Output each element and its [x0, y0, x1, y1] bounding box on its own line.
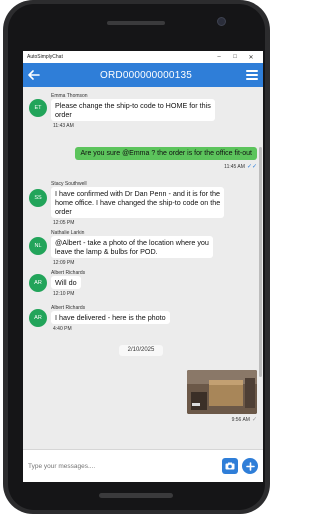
message-input[interactable] [28, 462, 222, 470]
plus-icon[interactable] [242, 458, 258, 474]
message-line: order [55, 110, 72, 119]
camera-icon[interactable] [222, 458, 238, 474]
chat-scrollbar[interactable] [259, 147, 262, 377]
message-line: leave the lamp & bulbs for POD. [55, 247, 158, 256]
app-screen: AutoSimplyChat – □ ✕ ORD000000000135 ET … [23, 51, 263, 482]
message-line: I have confirmed with Dr Dan Penn - and … [55, 189, 220, 198]
outgoing-message-bubble: Are you sure @Emma ? the order is for th… [75, 147, 257, 160]
message-time: 12:10 PM [53, 291, 75, 297]
message-time: 12:05 PM [53, 220, 75, 226]
hamburger-menu-icon[interactable] [246, 70, 258, 80]
message-composer [23, 449, 263, 482]
message-bubble: I have delivered - here is the photo [51, 311, 170, 324]
message-line: Please change the ship-to code to HOME f… [55, 101, 211, 110]
avatar: NL [29, 237, 47, 255]
phone-frame: AutoSimplyChat – □ ✕ ORD000000000135 ET … [3, 0, 270, 514]
close-button[interactable]: ✕ [243, 54, 259, 61]
read-ticks-icon: ✓✓ [246, 164, 257, 170]
arrow-left-icon[interactable] [28, 68, 46, 82]
phone-speaker [107, 21, 165, 25]
front-camera-icon [217, 17, 226, 26]
sent-tick-icon: ✓ [251, 417, 257, 423]
delivery-photo[interactable] [187, 370, 257, 414]
message-time: 12:09 PM [53, 260, 75, 266]
message-line: @Albert - take a photo of the location w… [55, 238, 209, 247]
message-line: order [55, 207, 72, 216]
message-time: 4:40 PM [53, 326, 72, 332]
message-time: 11:43 AM [53, 123, 74, 129]
date-separator: 2/10/2025 [119, 345, 163, 356]
minimize-button[interactable]: – [211, 54, 227, 60]
window-titlebar: AutoSimplyChat – □ ✕ [23, 51, 263, 63]
outgoing-message-time: 11:45 AM ✓✓ [224, 163, 257, 170]
avatar: AR [29, 274, 47, 292]
avatar: AR [29, 309, 47, 327]
maximize-button[interactable]: □ [227, 54, 243, 60]
message-time: 9:56 AM [231, 417, 250, 423]
order-title: ORD000000000135 [100, 69, 192, 81]
message-line: home office. I have changed the ship-to … [55, 198, 221, 207]
home-indicator [99, 493, 173, 498]
message-time: 11:45 AM [224, 164, 245, 170]
message-line: I have delivered - here is the photo [55, 313, 166, 322]
avatar: ET [29, 99, 47, 117]
message-bubble: I have confirmed with Dr Dan Penn - and … [51, 187, 225, 218]
chat-thread: ET Emma Thomson Please change the ship-t… [23, 87, 263, 449]
avatar: SS [29, 189, 47, 207]
message-line: Will do [55, 278, 77, 287]
message-bubble: Please change the ship-to code to HOME f… [51, 99, 215, 121]
message-bubble: @Albert - take a photo of the location w… [51, 236, 213, 258]
app-header: ORD000000000135 [23, 63, 263, 87]
photo-message-time: 9:56 AM ✓ [232, 416, 257, 423]
message-bubble: Will do [51, 276, 81, 289]
window-title: AutoSimplyChat [27, 54, 63, 60]
